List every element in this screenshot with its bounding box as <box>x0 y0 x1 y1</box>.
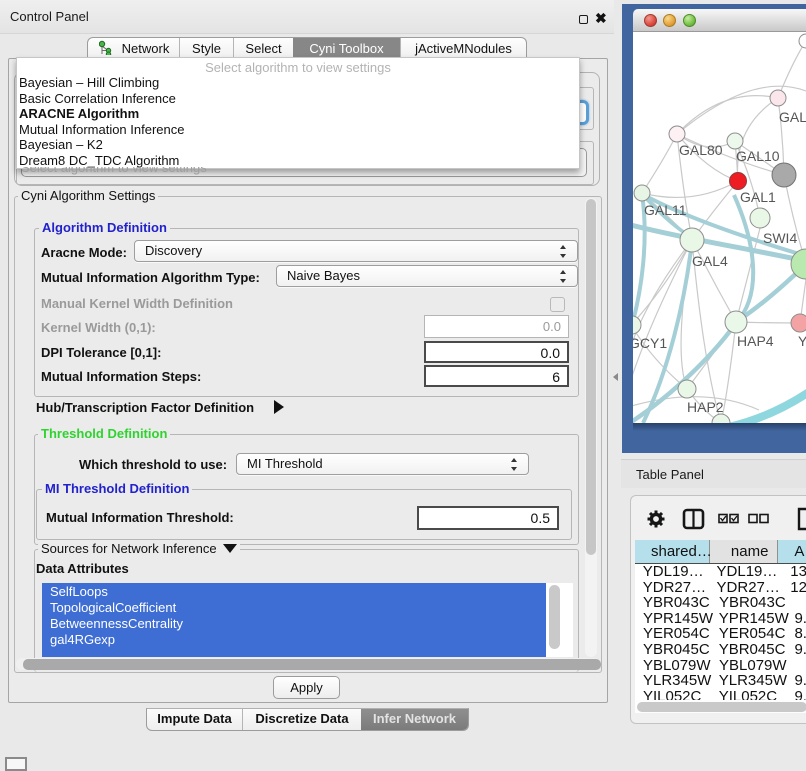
svg-text:GCY1: GCY1 <box>633 335 667 351</box>
svg-text:YM: YM <box>798 333 806 349</box>
svg-text:GAL1: GAL1 <box>740 189 776 205</box>
svg-text:GAL4: GAL4 <box>692 253 728 269</box>
svg-text:HAP2: HAP2 <box>687 399 724 415</box>
svg-text:SWI4: SWI4 <box>763 230 797 246</box>
svg-text:GAL80: GAL80 <box>679 142 723 158</box>
svg-text:GAL11: GAL11 <box>644 202 687 218</box>
svg-text:GAL7: GAL7 <box>779 109 806 125</box>
svg-text:GAL10: GAL10 <box>736 148 780 164</box>
svg-text:HAP4: HAP4 <box>737 333 774 349</box>
